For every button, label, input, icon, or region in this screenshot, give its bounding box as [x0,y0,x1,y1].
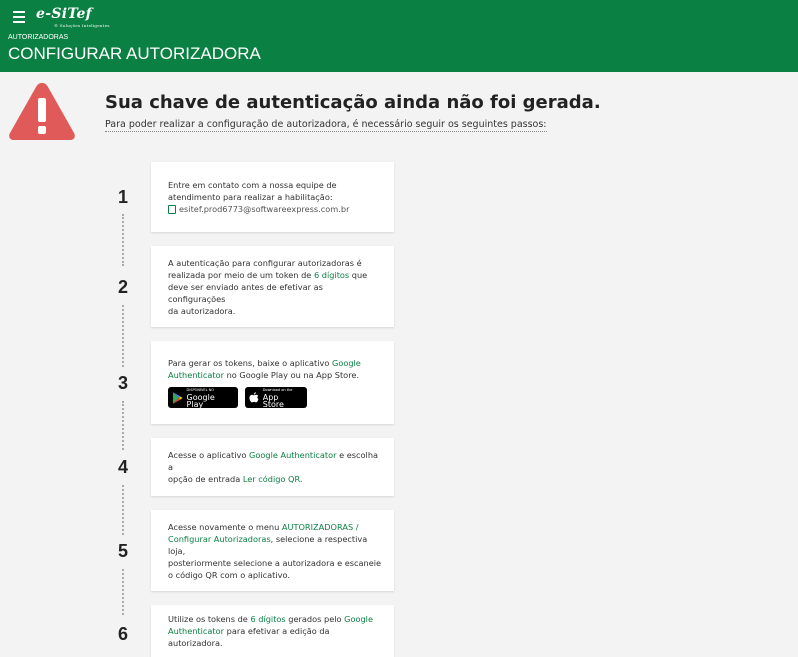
support-email[interactable]: esitef.prod6773@softwareexpress.com.br [168,203,382,215]
step-card-6: Utilize os tokens de 6 dígitos gerados p… [151,605,394,657]
top-app-bar: e-SiTef ® Soluções Inteligentes AUTORIZA… [0,0,798,72]
step-1-text: Entre em contato com a nossa equipe de [168,180,337,190]
app-store-label: App Store [262,393,284,409]
step-5-text: Configurar Autorizadoras, selecione a re… [168,533,368,556]
support-email-address[interactable]: esitef.prod6773@softwareexpress.com.br [179,203,349,215]
breadcrumb: AUTORIZADORAS [8,34,69,41]
step-card-1: Entre em contato com a nossa equipe de a… [151,162,394,232]
step-card-2: A autenticação para configurar autorizad… [151,246,394,327]
warning-triangle-icon [9,83,75,140]
highlight-6-digits: 6 dígitos [313,269,350,280]
step-4-text: Acesse o aplicativo Google Authenticator… [168,450,379,472]
step-6-text: Utilize os tokens de 6 dígitos gerados p… [168,614,373,624]
step-2-text: A autenticação para configurar autorizad… [168,257,362,268]
google-authenticator-link: Authenticator [168,626,225,636]
step-card-3: Para gerar os tokens, baixe o aplicativo… [151,341,394,424]
alert-title: Sua chave de autenticação ainda não foi … [105,92,601,113]
step-number-2: 2 [117,277,128,297]
google-authenticator-link: Authenticator [168,370,225,380]
step-2-text: realizada por meio de um token de 6 dígi… [168,269,368,280]
step-6-text: Authenticator para efetivar a edição da … [168,626,330,648]
google-play-icon [172,391,183,404]
google-authenticator-link: Google [344,614,373,624]
step-card-5: Acesse novamente o menu AUTORIZADORAS / … [151,510,394,591]
step-5-text: posteriormente selecione a autorizadora … [168,557,382,568]
configurar-autorizadoras-link: Configurar Autorizadoras [168,533,271,544]
step-5-text: Acesse novamente o menu AUTORIZADORAS / [168,521,359,532]
step-3-text: Para gerar os tokens, baixe o aplicativo… [168,358,361,368]
step-connector [122,401,124,450]
logo-text: e-SiTef [36,6,92,22]
step-number-1: 1 [117,187,128,207]
autorizadoras-menu-link: AUTORIZADORAS / [281,521,359,532]
step-connector [122,485,124,535]
read-qr-code-option: Ler código QR [242,474,300,484]
google-authenticator-link: Google Authenticator [249,450,337,460]
apple-icon [249,391,259,402]
step-number-3: 3 [117,373,128,393]
logo-tagline: ® Soluções Inteligentes [54,23,110,28]
step-connector [122,214,124,266]
app-store-badges: DISPONÍVEL NO Google Play Download on th… [168,387,382,409]
google-play-label: Google Play [186,393,215,409]
page-title: CONFIGURAR AUTORIZADORA [8,44,261,63]
step-number-5: 5 [117,541,128,561]
step-2-text: deve ser enviado antes de efetivar as co… [168,281,323,304]
step-5-text: o código QR com o aplicativo. [168,569,290,580]
step-connector [122,569,124,615]
step-1-text: atendimento para realizar a habilitação: [168,192,333,202]
step-number-4: 4 [117,457,128,477]
step-4-text: opção de entrada Ler código QR. [168,474,303,484]
copy-icon[interactable] [168,204,176,214]
step-connector [122,305,124,367]
alert-subtitle: Para poder realizar a configuração de au… [105,119,547,132]
hamburger-menu-icon[interactable] [13,11,25,23]
step-3-text: Authenticator no Google Play ou na App S… [168,370,360,380]
step-card-4: Acesse o aplicativo Google Authenticator… [151,438,394,496]
google-play-badge[interactable]: DISPONÍVEL NO Google Play [168,387,238,409]
step-number-6: 6 [117,624,128,644]
app-store-badge[interactable]: Download on the App Store [245,387,307,409]
google-authenticator-link: Google [331,358,361,368]
step-2-text: da autorizadora. [168,305,236,316]
highlight-6-digits: 6 dígitos [250,614,286,624]
esitef-logo[interactable]: e-SiTef ® Soluções Inteligentes [36,6,109,28]
